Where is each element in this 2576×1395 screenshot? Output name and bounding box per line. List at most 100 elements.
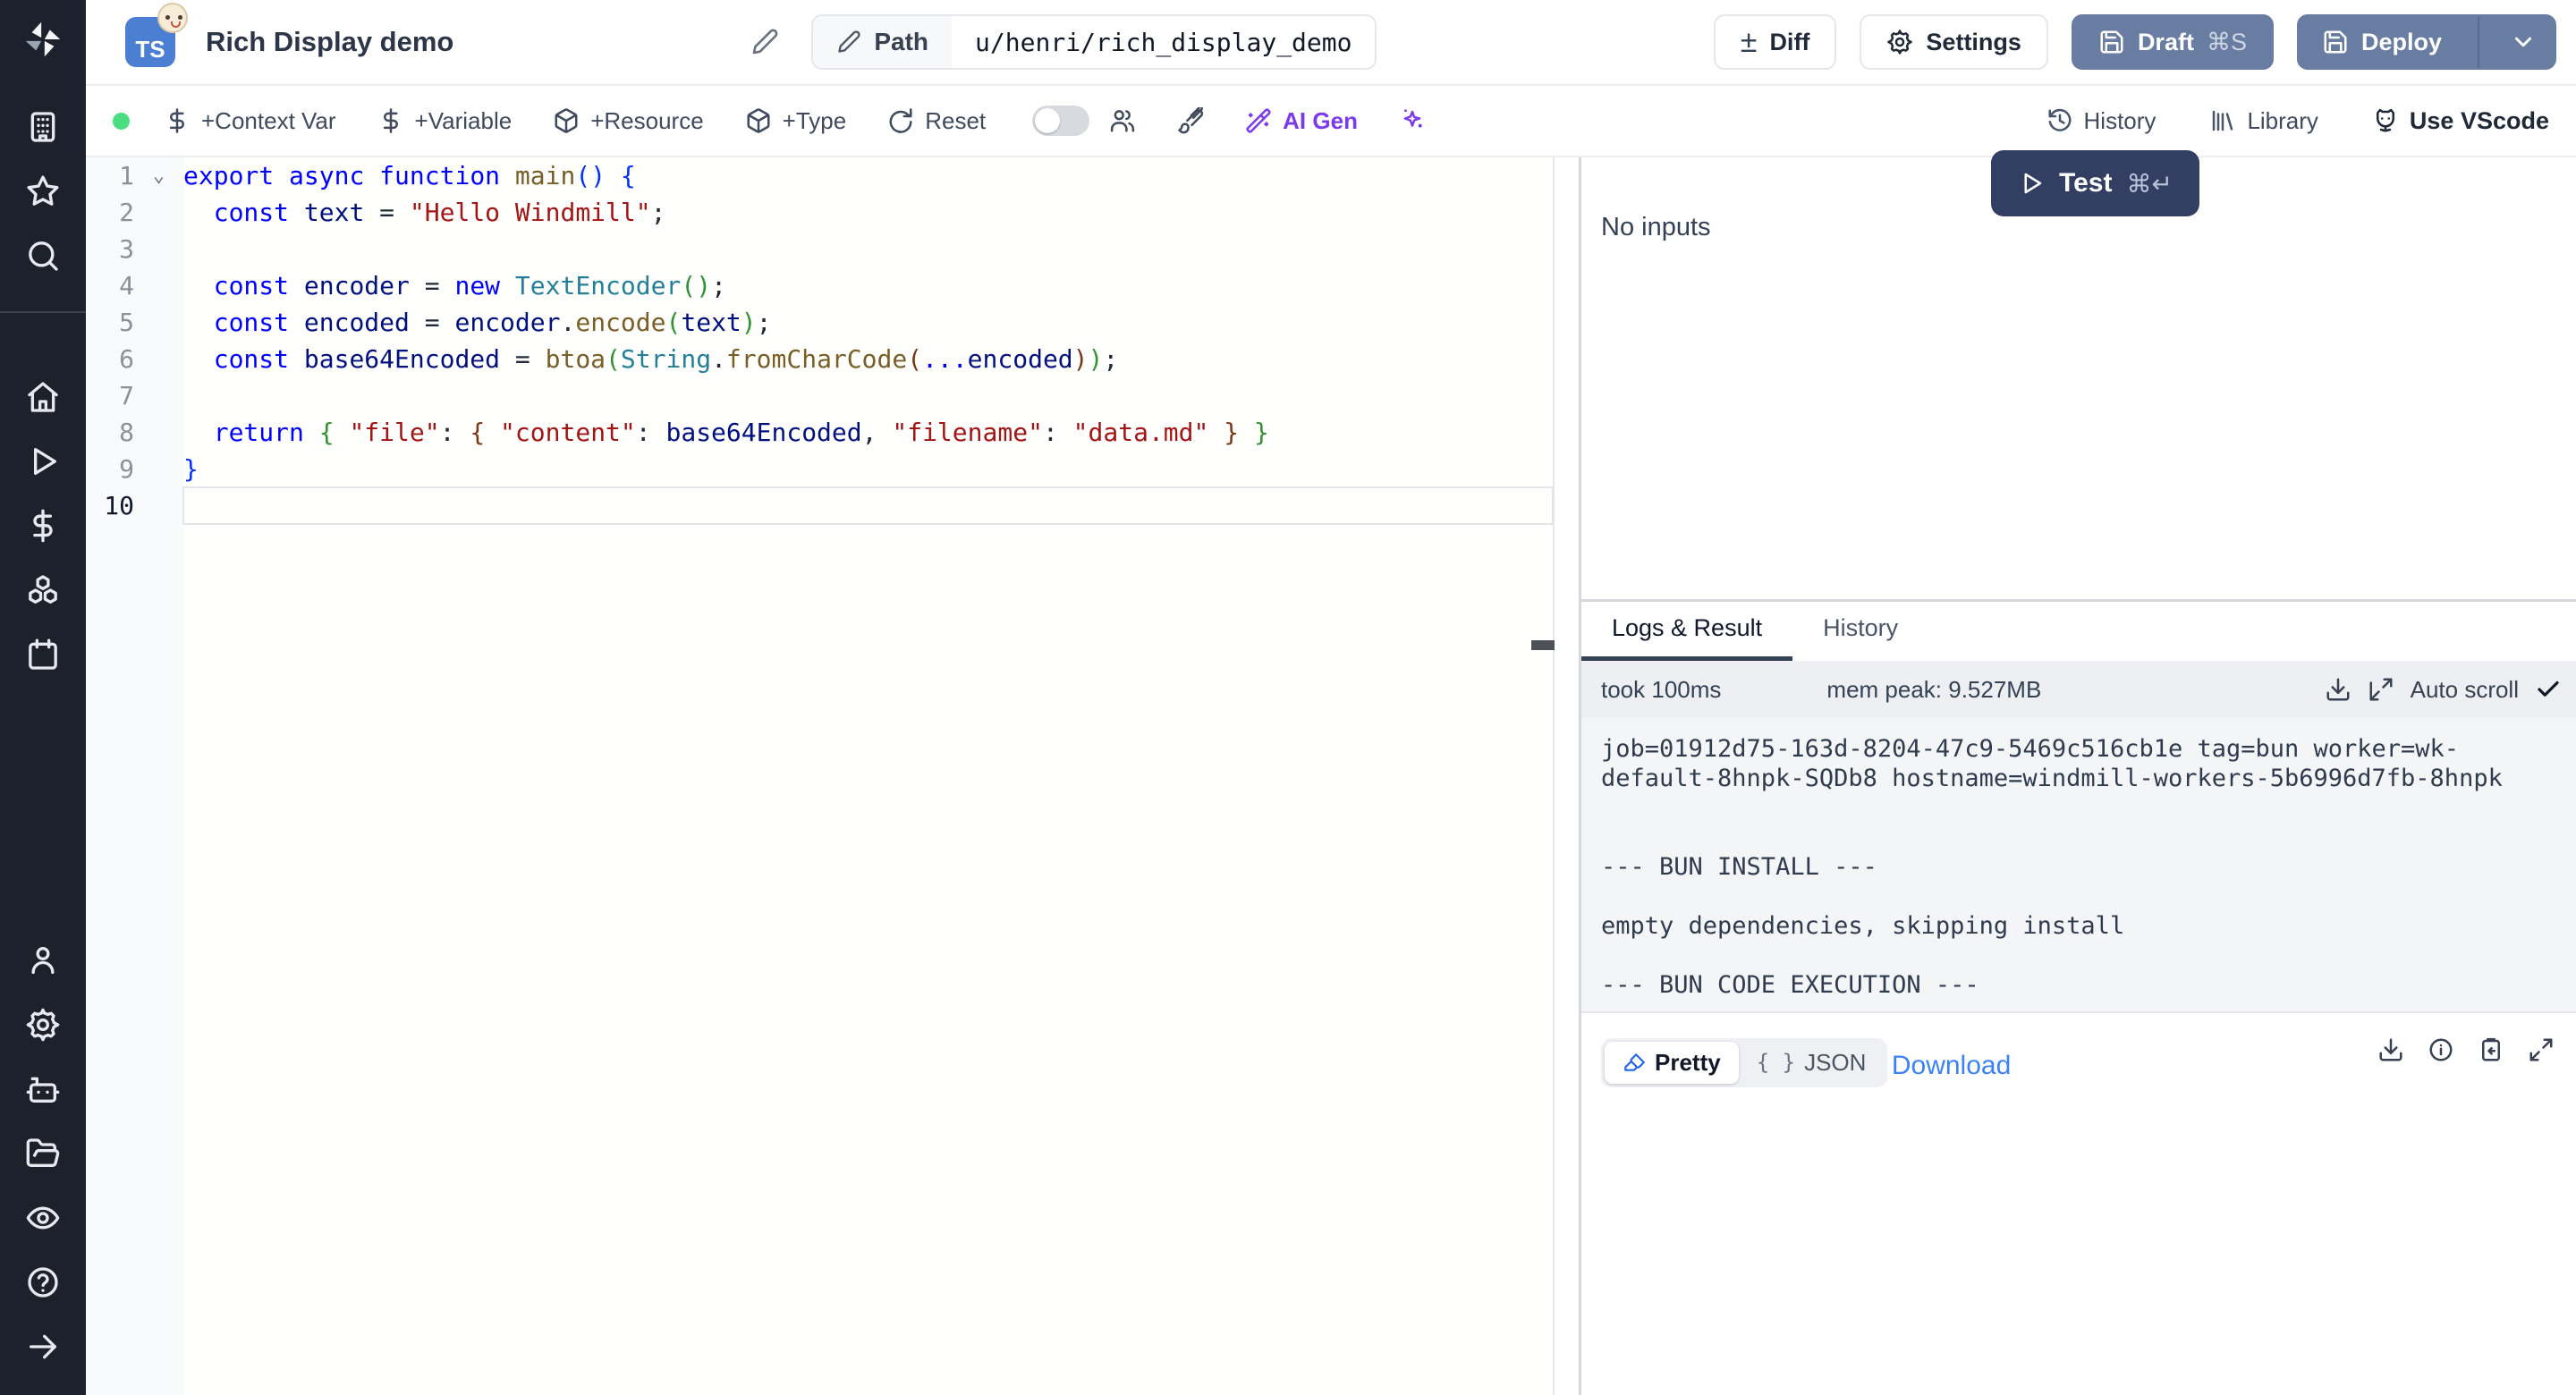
- history-clock-icon: [2046, 107, 2073, 134]
- diff-mode-toggle[interactable]: [1032, 106, 1089, 136]
- collapse-arrow-icon[interactable]: [0, 1315, 86, 1379]
- context-var-label: +Context Var: [201, 107, 336, 135]
- type-label: +Type: [783, 107, 847, 135]
- schedules-calendar-icon[interactable]: [0, 622, 86, 687]
- top-bar: TS Rich Display demo Path u/henri/rich_d…: [86, 0, 2576, 86]
- braces-icon: { }: [1757, 1050, 1795, 1075]
- reset-button[interactable]: Reset: [887, 107, 986, 135]
- diff-label: Diff: [1769, 29, 1809, 56]
- bun-runtime-icon: [157, 3, 188, 33]
- toggle-knob: [1035, 108, 1060, 133]
- folders-icon[interactable]: [0, 1121, 86, 1186]
- collaborators-button[interactable]: [1109, 107, 1136, 134]
- add-context-var-button[interactable]: +Context Var: [164, 107, 336, 135]
- code-line[interactable]: 5 const encoded = encoder.encode(text);: [86, 304, 1553, 341]
- variables-dollar-icon[interactable]: [0, 494, 86, 558]
- add-resource-button[interactable]: +Resource: [553, 107, 703, 135]
- check-icon[interactable]: [2535, 676, 2562, 703]
- search-icon[interactable]: [0, 224, 86, 288]
- magic-wand-icon: [1245, 107, 1272, 134]
- draft-shortcut: ⌘S: [2207, 29, 2247, 56]
- tab-history[interactable]: History: [1792, 602, 1928, 661]
- download-logs-icon[interactable]: [2325, 676, 2351, 703]
- copy-clipboard-icon[interactable]: [2478, 1036, 2504, 1063]
- pretty-tab[interactable]: Pretty: [1605, 1042, 1739, 1084]
- settings-button[interactable]: Settings: [1860, 14, 2048, 70]
- windmill-logo[interactable]: [23, 20, 63, 59]
- duration-text: took 100ms: [1601, 676, 1721, 704]
- run-stats-bar: took 100ms mem peak: 9.527MB Auto scroll: [1581, 661, 2576, 718]
- workers-bot-icon[interactable]: [0, 1057, 86, 1121]
- path-pencil-icon: [836, 30, 861, 55]
- audit-eye-icon[interactable]: [0, 1186, 86, 1250]
- memory-text: mem peak: 9.527MB: [1826, 676, 2041, 704]
- expand-result-icon[interactable]: [2528, 1036, 2555, 1063]
- users-icon: [1109, 107, 1136, 134]
- gear-icon: [1886, 29, 1913, 55]
- result-area: Pretty { } JSON Download: [1581, 1011, 2576, 1395]
- code-lines[interactable]: 1⌄export async function main() {2 const …: [86, 157, 1553, 524]
- ai-sparkles-button[interactable]: [1399, 107, 1426, 134]
- resources-boxes-icon[interactable]: [0, 558, 86, 622]
- package-icon: [553, 107, 580, 134]
- variable-label: +Variable: [415, 107, 513, 135]
- code-line[interactable]: 10: [86, 487, 1553, 524]
- user-icon[interactable]: [0, 928, 86, 993]
- save-icon: [2098, 29, 2125, 55]
- code-line[interactable]: 6 const base64Encoded = btoa(String.from…: [86, 341, 1553, 377]
- runs-play-icon[interactable]: [0, 429, 86, 494]
- expand-logs-icon[interactable]: [2368, 676, 2394, 703]
- resource-label: +Resource: [590, 107, 703, 135]
- tab-logs-result[interactable]: Logs & Result: [1581, 602, 1792, 661]
- history-button[interactable]: History: [2046, 107, 2157, 135]
- test-button[interactable]: Test ⌘↵: [1991, 150, 2199, 216]
- pretty-label: Pretty: [1655, 1049, 1721, 1077]
- use-vscode-button[interactable]: Use VScode: [2372, 107, 2549, 135]
- add-type-button[interactable]: +Type: [745, 107, 847, 135]
- code-line[interactable]: 8 return { "file": { "content": base64En…: [86, 414, 1553, 451]
- draft-label: Draft: [2138, 29, 2194, 56]
- building-icon[interactable]: [0, 95, 86, 159]
- ai-gen-label: AI Gen: [1283, 107, 1358, 135]
- paintbrush-icon: [1177, 107, 1204, 134]
- download-result-link[interactable]: Download: [1892, 1051, 2011, 1081]
- star-icon[interactable]: [0, 159, 86, 224]
- draft-button[interactable]: Draft ⌘S: [2072, 14, 2274, 70]
- overview-ruler-marker: [1531, 640, 1555, 650]
- edit-summary-pencil-icon[interactable]: [750, 28, 779, 56]
- info-icon[interactable]: [2428, 1036, 2454, 1063]
- home-icon[interactable]: [0, 365, 86, 429]
- deploy-button[interactable]: Deploy: [2297, 14, 2556, 70]
- library-button[interactable]: Library: [2209, 107, 2318, 135]
- format-button[interactable]: [1177, 107, 1204, 134]
- job-logs[interactable]: job=01912d75-163d-8204-47c9-5469c516cb1e…: [1581, 718, 2576, 1011]
- code-line[interactable]: 1⌄export async function main() {: [86, 157, 1553, 194]
- path-button[interactable]: Path u/henri/rich_display_demo: [811, 14, 1377, 70]
- ts-label: TS: [135, 36, 165, 63]
- no-inputs-text: No inputs: [1601, 213, 1711, 242]
- refresh-icon: [887, 107, 914, 134]
- download-result-icon[interactable]: [2377, 1036, 2404, 1063]
- diff-button[interactable]: ± Diff: [1714, 14, 1837, 70]
- path-value: u/henri/rich_display_demo: [952, 16, 1375, 68]
- code-editor[interactable]: 1⌄export async function main() {2 const …: [86, 157, 1555, 1395]
- code-line[interactable]: 3: [86, 231, 1553, 267]
- code-line[interactable]: 9}: [86, 451, 1553, 487]
- code-line[interactable]: 4 const encoder = new TextEncoder();: [86, 267, 1553, 304]
- code-line[interactable]: 2 const text = "Hello Windmill";: [86, 194, 1553, 231]
- code-line[interactable]: 7: [86, 377, 1553, 414]
- result-view-switch: Pretty { } JSON: [1601, 1038, 1887, 1087]
- autoscroll-label[interactable]: Auto scroll: [2411, 676, 2519, 704]
- vscode-icon: [2372, 107, 2399, 134]
- help-icon[interactable]: [0, 1250, 86, 1315]
- status-dot: [113, 113, 130, 130]
- settings-gear-icon[interactable]: [0, 993, 86, 1057]
- left-sidebar: [0, 0, 86, 1395]
- ai-gen-button[interactable]: AI Gen: [1245, 107, 1358, 135]
- deploy-dropdown-button[interactable]: [2492, 29, 2555, 55]
- highlighter-icon: [1623, 1051, 1646, 1074]
- test-label: Test: [2059, 168, 2112, 199]
- json-tab[interactable]: { } JSON: [1739, 1042, 1885, 1084]
- json-label: JSON: [1804, 1049, 1866, 1077]
- add-variable-button[interactable]: +Variable: [377, 107, 513, 135]
